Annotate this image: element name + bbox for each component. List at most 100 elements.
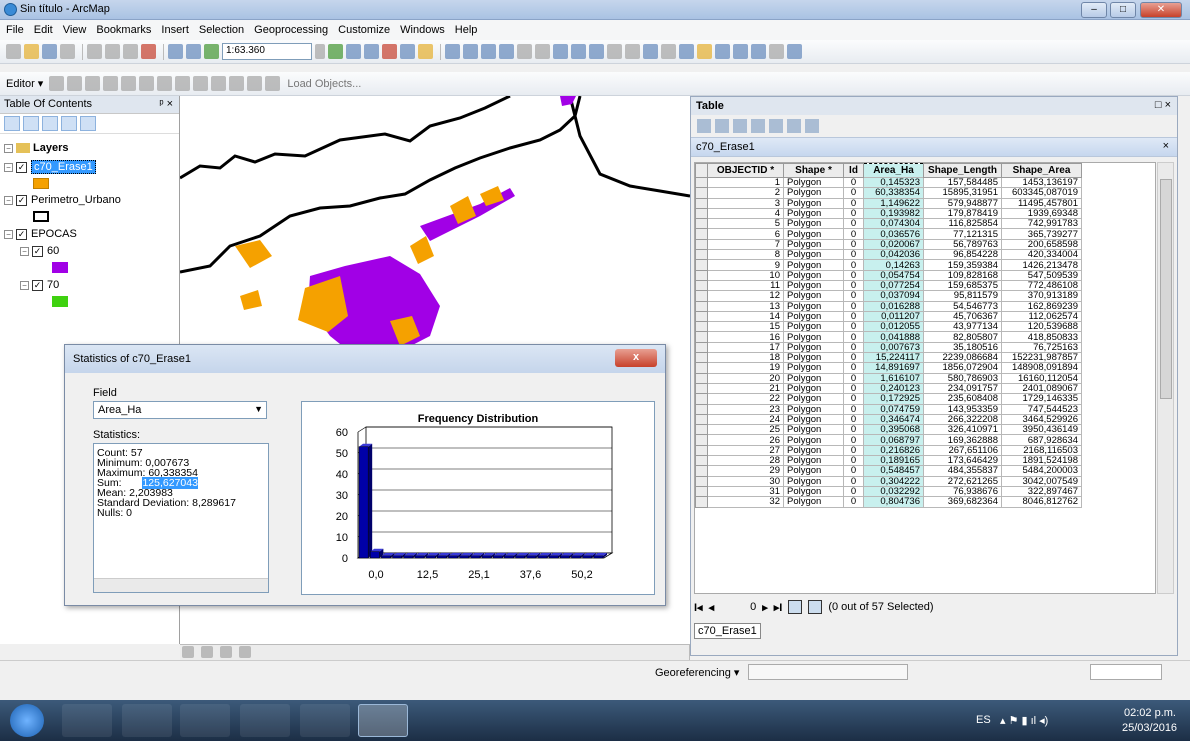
table-cell[interactable]: 547,509539 <box>1001 269 1082 281</box>
first-record-button[interactable]: I◂ <box>694 601 703 614</box>
menu-bookmarks[interactable]: Bookmarks <box>96 24 151 36</box>
table-cell[interactable]: 0,14263 <box>863 259 924 271</box>
table-cell[interactable]: 2239,086684 <box>923 352 1002 364</box>
table-cell[interactable]: 2 <box>707 187 784 199</box>
table-cell[interactable]: 0,074759 <box>863 403 924 415</box>
table-cell[interactable]: Polygon <box>783 187 844 199</box>
table-cell[interactable]: Polygon <box>783 382 844 395</box>
create-viewer-icon[interactable] <box>787 44 802 59</box>
chevron-down-icon[interactable]: ▼ <box>254 404 263 414</box>
table-cell[interactable]: 0,011207 <box>863 310 924 323</box>
table-cell[interactable]: 14,891697 <box>863 362 924 374</box>
table-cell[interactable]: 112,062574 <box>1001 310 1082 323</box>
table-cell[interactable]: 1453,136197 <box>1001 176 1082 189</box>
table-cell[interactable]: 0,054754 <box>863 269 924 281</box>
table-cell[interactable]: 687,928634 <box>1001 434 1082 446</box>
row-selector[interactable] <box>695 321 708 333</box>
table-cell[interactable]: Polygon <box>783 485 844 498</box>
table-cell[interactable]: 54,546773 <box>923 300 1002 312</box>
table-row[interactable]: 1 Polygon 0 0,145323 157,584485 1453,136197 <box>695 176 1082 189</box>
table-cell[interactable]: 235,608408 <box>923 393 1002 405</box>
table-cell[interactable]: 0,020067 <box>863 238 924 251</box>
list-by-source-icon[interactable] <box>23 116 39 131</box>
table-row[interactable]: 13 Polygon 0 0,016288 54,546773 162,869239 <box>695 300 1082 312</box>
table-row[interactable]: 5 Polygon 0 0,074304 116,825854 742,991783 <box>695 218 1082 230</box>
table-row[interactable]: 20 Polygon 0 1,616107 580,786903 16160,112054 <box>695 372 1082 384</box>
table-cell[interactable]: 12 <box>707 290 784 302</box>
stats-close-button[interactable]: x <box>615 349 657 367</box>
table-cell[interactable]: 1891,524198 <box>1001 455 1082 467</box>
table-row[interactable]: 26 Polygon 0 0,068797 169,362888 687,928634 <box>695 434 1082 446</box>
table-cell[interactable]: Polygon <box>783 341 844 354</box>
table-cell[interactable]: 0 <box>843 372 864 384</box>
table-cell[interactable]: 60,338354 <box>863 187 924 199</box>
list-by-selection-icon[interactable] <box>61 116 77 131</box>
clock-date[interactable]: 25/03/2016 <box>1122 722 1177 734</box>
table-cell[interactable]: 31 <box>707 485 784 498</box>
table-cell[interactable]: 0 <box>843 496 864 508</box>
table-cell[interactable]: 76,938676 <box>923 485 1002 498</box>
georeferencing-scale-input[interactable] <box>1090 664 1162 680</box>
toc-options-icon[interactable] <box>80 116 96 131</box>
time-slider-icon[interactable] <box>769 44 784 59</box>
clear-selection-icon[interactable] <box>769 119 783 133</box>
row-selector[interactable] <box>695 424 708 436</box>
table-cell[interactable]: 32 <box>707 496 784 508</box>
table-cell[interactable]: 0,041888 <box>863 331 924 343</box>
table-cell[interactable]: 0 <box>843 382 864 395</box>
identify-icon[interactable] <box>643 44 658 59</box>
toc-close-button[interactable]: ᵖ × <box>159 98 173 110</box>
table-cell[interactable]: 0,189165 <box>863 455 924 467</box>
list-by-visibility-icon[interactable] <box>42 116 58 131</box>
table-cell[interactable]: 30 <box>707 475 784 487</box>
table-cell[interactable]: 0,016288 <box>863 300 924 312</box>
table-cell[interactable]: 95,811579 <box>923 290 1002 302</box>
table-cell[interactable]: 0,077254 <box>863 279 924 292</box>
table-cell[interactable]: 0 <box>843 362 864 374</box>
table-cell[interactable]: 484,355837 <box>923 465 1002 477</box>
attributes-icon[interactable] <box>229 76 245 91</box>
menu-insert[interactable]: Insert <box>161 24 189 36</box>
table-cell[interactable]: 200,658598 <box>1001 238 1082 251</box>
table-cell[interactable]: 8 <box>707 249 784 261</box>
new-document-icon[interactable] <box>6 44 21 59</box>
table-cell[interactable]: 28 <box>707 455 784 467</box>
clock-time[interactable]: 02:02 p.m. <box>1124 707 1176 719</box>
editor-menu[interactable]: Editor ▾ <box>6 77 43 90</box>
table-row[interactable]: 4 Polygon 0 0,193982 179,878419 1939,69348 <box>695 207 1082 220</box>
table-cell[interactable]: 0 <box>843 475 864 487</box>
table-cell[interactable]: 0 <box>843 238 864 251</box>
table-cell[interactable]: 13 <box>707 300 784 312</box>
row-selector[interactable] <box>695 300 708 312</box>
table-cell[interactable]: Polygon <box>783 321 844 333</box>
stats-horizontal-scrollbar[interactable] <box>94 578 268 592</box>
clear-selection-icon[interactable] <box>607 44 622 59</box>
row-selector[interactable] <box>695 485 708 498</box>
table-cell[interactable]: 22 <box>707 393 784 405</box>
row-selector[interactable] <box>695 413 708 426</box>
table-cell[interactable]: 29 <box>707 465 784 477</box>
table-cell[interactable]: 5 <box>707 218 784 230</box>
paste-icon[interactable] <box>123 44 138 59</box>
table-row[interactable]: 25 Polygon 0 0,395068 326,410971 3950,436149 <box>695 424 1082 436</box>
table-cell[interactable]: 179,878419 <box>923 207 1002 220</box>
table-row[interactable]: 30 Polygon 0 0,304222 272,621265 3042,007549 <box>695 475 1082 487</box>
row-selector[interactable] <box>695 228 708 240</box>
language-indicator[interactable]: ES <box>976 714 991 726</box>
table-cell[interactable]: 2401,089067 <box>1001 382 1082 395</box>
table-cell[interactable]: 0 <box>843 187 864 199</box>
table-close-button[interactable]: □ × <box>1155 99 1171 111</box>
start-button-icon[interactable] <box>10 704 44 737</box>
table-row[interactable]: 19 Polygon 0 14,891697 1856,072904 148908,091… <box>695 362 1082 374</box>
arccatalog-icon[interactable] <box>240 704 290 737</box>
table-row[interactable]: 9 Polygon 0 0,14263 159,359384 1426,213478 <box>695 259 1082 271</box>
table-cell[interactable]: 82,805807 <box>923 331 1002 343</box>
sketch-properties-icon[interactable] <box>247 76 263 91</box>
menu-help[interactable]: Help <box>455 24 478 36</box>
layers-group[interactable]: − Layers <box>4 142 68 154</box>
table-cell[interactable]: 27 <box>707 444 784 457</box>
table-cell[interactable]: 234,091757 <box>923 382 1002 395</box>
table-cell[interactable]: Polygon <box>783 331 844 343</box>
table-cell[interactable]: 0,037094 <box>863 290 924 302</box>
close-window-button[interactable]: ✕ <box>1140 2 1182 18</box>
